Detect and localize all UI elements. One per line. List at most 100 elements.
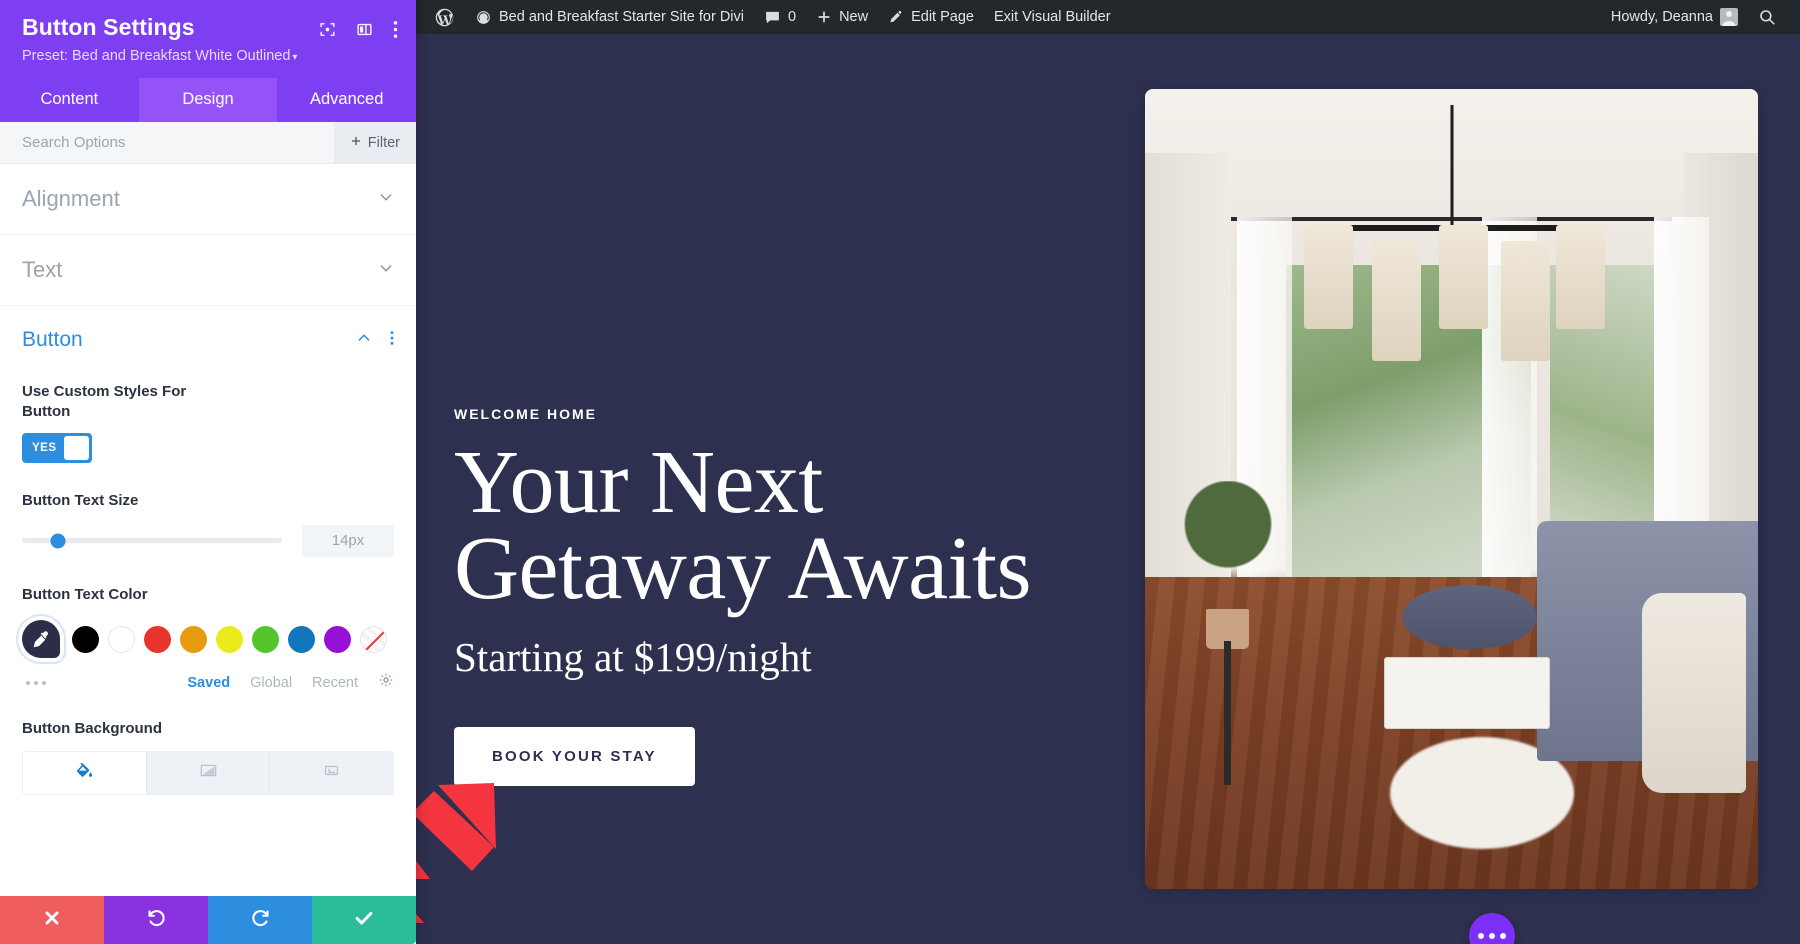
tab-advanced[interactable]: Advanced (277, 78, 416, 122)
account-menu[interactable]: Howdy, Deanna (1601, 0, 1748, 34)
page-canvas: WELCOME HOME Your Next Getaway Awaits St… (416, 34, 1800, 944)
gear-icon[interactable] (378, 672, 394, 693)
tab-content[interactable]: Content (0, 78, 139, 122)
more-dots-icon (1478, 933, 1484, 939)
panel-action-bar (0, 896, 416, 944)
swatch-white[interactable] (108, 625, 135, 653)
button-text-size-label: Button Text Size (22, 492, 139, 509)
redo-button[interactable] (208, 896, 312, 944)
search-options-bar: Filter (0, 122, 416, 164)
search-input[interactable] (22, 134, 334, 151)
panel-title: Button Settings (22, 14, 195, 40)
wordpress-logo-button[interactable] (424, 0, 465, 34)
swatch-green[interactable] (252, 625, 279, 653)
edit-page-button[interactable]: Edit Page (878, 0, 984, 34)
button-text-size-value[interactable]: 14px (302, 524, 394, 557)
bg-color-tab[interactable] (23, 751, 147, 794)
undo-icon (146, 907, 167, 933)
user-avatar-icon (1720, 8, 1738, 26)
edit-page-label: Edit Page (911, 9, 974, 25)
panel-preset-label: Preset: Bed and Breakfast White Outlined (22, 48, 291, 64)
field-button-background: Button Background (0, 693, 416, 821)
hero-copy-block: WELCOME HOME Your Next Getaway Awaits St… (454, 406, 1032, 786)
button-background-label: Button Background (22, 720, 162, 737)
chevron-down-icon (378, 189, 394, 210)
cancel-button[interactable] (0, 896, 104, 944)
pencil-icon (888, 9, 904, 25)
swatch-blue[interactable] (288, 625, 315, 653)
hero-section: WELCOME HOME Your Next Getaway Awaits St… (416, 34, 1800, 944)
color-swatch-meta-row: Saved Global Recent (22, 672, 394, 693)
field-button-text-color: Button Text Color Saved Global Recent (0, 557, 416, 694)
button-settings-panel: Button Settings Preset: Bed and Breakfas… (0, 0, 416, 944)
section-button-label: Button (22, 328, 83, 351)
section-text[interactable]: Text (0, 235, 416, 306)
save-button[interactable] (312, 896, 416, 944)
exit-visual-builder-button[interactable]: Exit Visual Builder (984, 0, 1121, 34)
slider-handle[interactable] (50, 533, 66, 548)
close-x-icon (42, 908, 62, 933)
chevron-down-icon: ▾ (292, 52, 298, 63)
section-button[interactable]: Button (0, 306, 416, 360)
checkmark-icon (353, 907, 375, 934)
book-your-stay-button[interactable]: BOOK YOUR STAY (454, 727, 695, 786)
color-tab-global[interactable]: Global (250, 675, 292, 691)
bg-gradient-tab[interactable] (146, 751, 271, 794)
admin-search-button[interactable] (1748, 0, 1786, 34)
kebab-menu-icon[interactable] (393, 20, 398, 39)
swatch-yellow[interactable] (216, 625, 243, 653)
wp-admin-bar: Bed and Breakfast Starter Site for Divi … (416, 0, 1800, 34)
site-name-menu[interactable]: Bed and Breakfast Starter Site for Divi (465, 0, 754, 34)
new-content-button[interactable]: New (806, 0, 878, 34)
plus-icon (350, 135, 362, 151)
new-label: New (839, 9, 869, 25)
admin-bar-left-group: Bed and Breakfast Starter Site for Divi … (416, 0, 1121, 34)
site-name-label: Bed and Breakfast Starter Site for Divi (499, 9, 744, 25)
hero-subheading: Starting at $199/night (454, 634, 812, 680)
eyedropper-icon[interactable] (22, 620, 60, 658)
button-text-size-slider[interactable] (22, 533, 282, 548)
use-custom-styles-toggle[interactable]: YES (22, 433, 92, 463)
undo-button[interactable] (104, 896, 208, 944)
filter-button[interactable]: Filter (333, 122, 416, 163)
panel-tabs: Content Design Advanced (0, 78, 416, 122)
button-background-tabs (22, 750, 394, 795)
hero-heading-line-2: Getaway Awaits (454, 518, 1032, 618)
color-tab-saved[interactable]: Saved (187, 675, 230, 691)
divi-page-settings-fab[interactable] (1469, 913, 1515, 944)
image-icon (322, 761, 341, 785)
chevron-down-icon (378, 260, 394, 281)
section-alignment[interactable]: Alignment (0, 164, 416, 235)
swatch-orange[interactable] (180, 625, 207, 653)
dashboard-icon (475, 9, 492, 26)
hero-heading-line-1: Your Next (454, 433, 823, 532)
chevron-up-icon[interactable] (356, 330, 372, 351)
swatch-none[interactable] (360, 625, 387, 653)
comments-button[interactable]: 0 (754, 0, 806, 34)
kebab-menu-icon[interactable] (390, 330, 394, 351)
filter-label: Filter (367, 134, 400, 151)
gradient-icon (199, 761, 218, 785)
hero-room-photo (1145, 89, 1758, 889)
panel-body: Alignment Text Button Use Custom Styles … (0, 164, 416, 896)
exit-visual-builder-label: Exit Visual Builder (993, 9, 1111, 25)
swatch-black[interactable] (72, 625, 99, 653)
color-source-tabs: Saved Global Recent (187, 672, 394, 693)
comments-count: 0 (788, 9, 797, 25)
color-tab-recent[interactable]: Recent (312, 675, 358, 691)
wordpress-logo-icon (434, 7, 455, 28)
layout-columns-icon[interactable] (356, 21, 373, 38)
bg-image-tab[interactable] (270, 751, 393, 794)
admin-bar-right-group: Howdy, Deanna (1601, 0, 1800, 34)
field-button-text-size: Button Text Size 14px (0, 463, 416, 557)
section-text-label: Text (22, 257, 63, 282)
plus-icon (816, 9, 832, 25)
tab-design[interactable]: Design (138, 78, 278, 122)
swatch-purple[interactable] (324, 625, 351, 653)
more-dots-icon[interactable] (26, 680, 46, 685)
hero-eyebrow: WELCOME HOME (454, 406, 597, 422)
focus-target-icon[interactable] (319, 21, 336, 38)
more-dots-icon (1500, 933, 1506, 939)
panel-preset-selector[interactable]: Preset: Bed and Breakfast White Outlined… (22, 48, 398, 78)
swatch-red[interactable] (144, 625, 171, 653)
